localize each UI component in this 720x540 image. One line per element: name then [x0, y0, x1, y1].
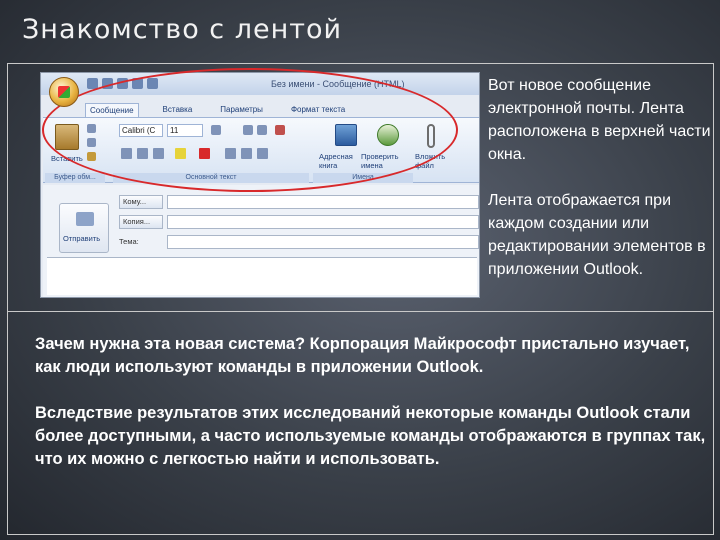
- cc-button[interactable]: Копия...: [119, 215, 163, 229]
- side-description: Вот новое сообщение электронной почты. Л…: [488, 74, 714, 304]
- message-header: Отправить Кому... Копия... Тема:: [43, 185, 479, 297]
- to-button[interactable]: Кому...: [119, 195, 163, 209]
- send-icon: [76, 212, 94, 226]
- section-divider: [7, 311, 714, 312]
- main-paragraph: Зачем нужна эта новая система? Корпораци…: [35, 335, 690, 376]
- office-button-icon[interactable]: [49, 77, 79, 107]
- subject-field[interactable]: [167, 235, 479, 249]
- to-field[interactable]: [167, 195, 479, 209]
- slide-title: Знакомство с лентой: [22, 14, 343, 45]
- send-label: Отправить: [63, 234, 101, 243]
- side-paragraph: Лента отображается при каждом создании и…: [488, 192, 706, 278]
- main-paragraph: Вследствие результатов этих исследований…: [35, 404, 706, 468]
- side-paragraph: Вот новое сообщение электронной почты. Л…: [488, 77, 711, 163]
- subject-label: Тема:: [119, 237, 139, 246]
- message-body[interactable]: [47, 257, 477, 295]
- clipboard-group-label: Буфер обм...: [45, 173, 105, 183]
- main-description: Зачем нужна эта новая система? Корпораци…: [35, 333, 719, 494]
- ribbon-highlight-ellipse: [42, 68, 458, 192]
- cc-field[interactable]: [167, 215, 479, 229]
- send-button[interactable]: Отправить: [59, 203, 109, 253]
